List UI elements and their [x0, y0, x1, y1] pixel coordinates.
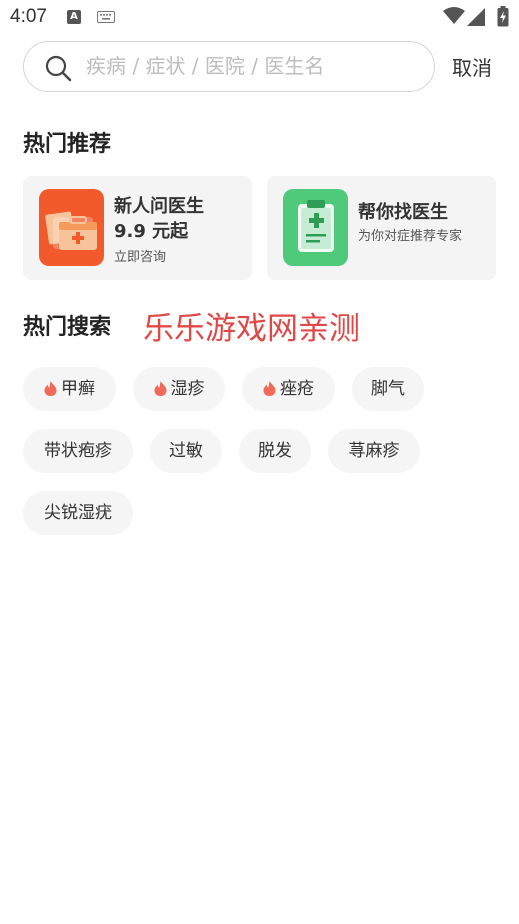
tag-label: 尖锐湿疣 [44, 503, 112, 523]
card-subtitle: 立即咨询 [114, 250, 167, 265]
search-tag-jiaxuan[interactable]: 甲癣 [23, 367, 116, 411]
card-price: 9.9 元起 [114, 221, 189, 242]
tag-label: 过敏 [169, 441, 203, 461]
notification-a-icon: A [67, 10, 81, 24]
cell-signal-icon [467, 8, 485, 26]
card-title: 帮你找医生 [358, 202, 448, 223]
find-doctor-card[interactable]: 帮你找医生 为你对症推荐专家 [267, 176, 496, 280]
tag-label: 荨麻疹 [348, 441, 400, 461]
hot-search-title: 热门搜索 [23, 315, 112, 340]
fire-icon [44, 381, 57, 396]
search-tag-jiaoqi[interactable]: 脚气 [352, 367, 424, 411]
medical-kit-icon [39, 189, 104, 266]
tag-label: 痤疮 [280, 379, 314, 399]
wifi-icon [443, 7, 465, 24]
battery-charging-icon [497, 6, 509, 27]
tag-label: 脚气 [371, 379, 405, 399]
tag-label: 带状疱疹 [44, 441, 112, 461]
tag-label: 湿疹 [170, 379, 205, 399]
tag-label: 甲癣 [61, 379, 95, 399]
new-user-consult-card[interactable]: 新人问医生 9.9 元起 立即咨询 [23, 176, 252, 280]
clipboard-cross-icon [283, 189, 348, 266]
card-subtitle: 为你对症推荐专家 [358, 229, 463, 244]
fire-icon [263, 381, 276, 396]
tag-label: 脱发 [258, 441, 292, 461]
search-tag-shizhen[interactable]: 湿疹 [133, 367, 225, 411]
promo-overlay-text: 乐乐游戏网亲测 [143, 311, 360, 347]
search-tag-cuochuang[interactable]: 痤疮 [242, 367, 335, 411]
search-tag-daizhuangpaozhen[interactable]: 带状疱疹 [23, 429, 133, 473]
status-bar: 4:07 A [0, 0, 519, 36]
fire-icon [153, 381, 167, 396]
search-box[interactable] [23, 41, 435, 92]
search-input[interactable] [86, 42, 416, 90]
status-time: 4:07 [10, 6, 47, 27]
keyboard-icon [97, 11, 115, 23]
search-tag-guomin[interactable]: 过敏 [150, 429, 222, 473]
cancel-button[interactable]: 取消 [452, 52, 492, 81]
hot-recommend-title: 热门推荐 [23, 132, 112, 157]
search-tag-xunmazhen[interactable]: 荨麻疹 [328, 429, 420, 473]
card-title: 新人问医生 [114, 196, 204, 217]
search-icon [45, 55, 72, 82]
search-tag-tuofa[interactable]: 脱发 [239, 429, 311, 473]
search-tag-jianruishiyou[interactable]: 尖锐湿疣 [23, 491, 133, 535]
